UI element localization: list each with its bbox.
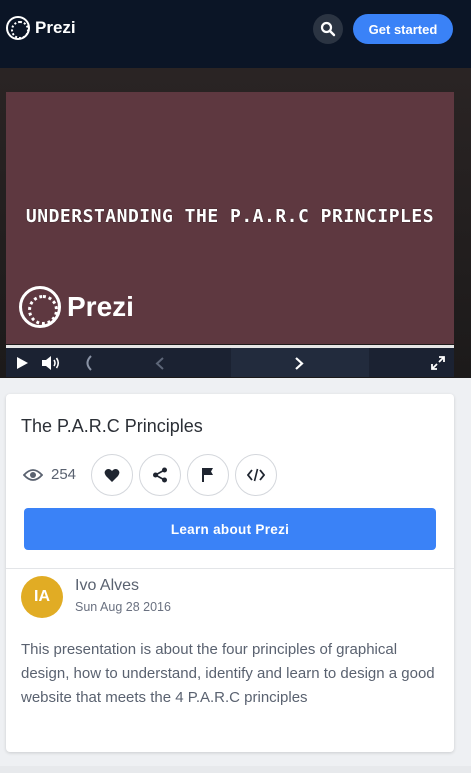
- prezi-logo-icon: [6, 16, 30, 40]
- presentation-preview[interactable]: UNDERSTANDING THE P.A.R.C PRINCIPLES Pre…: [6, 92, 454, 344]
- view-count-value: 254: [51, 466, 77, 483]
- page-bottom: [0, 766, 471, 773]
- loading-icon: [86, 355, 92, 371]
- slide-title: UNDERSTANDING THE P.A.R.C PRINCIPLES: [25, 206, 435, 227]
- eye-icon: [23, 468, 43, 481]
- prezi-logo[interactable]: Prezi: [6, 16, 76, 40]
- play-icon[interactable]: [15, 356, 29, 370]
- presentation-title: The P.A.R.C Principles: [21, 416, 203, 436]
- presentation-info-card: The P.A.R.C Principles 254 Learn about P…: [6, 394, 454, 752]
- search-button[interactable]: [313, 14, 343, 44]
- player-controls: [6, 345, 454, 377]
- flag-icon: [202, 468, 213, 482]
- report-button[interactable]: [187, 454, 229, 496]
- view-count: 254: [23, 466, 76, 483]
- search-icon: [320, 21, 336, 37]
- author-name[interactable]: Ivo Alves: [75, 577, 139, 595]
- top-navigation-bar: Prezi Get started: [0, 0, 471, 68]
- embed-icon: [247, 468, 265, 482]
- publish-date: Sun Aug 28 2016: [75, 600, 171, 614]
- heart-icon: [104, 468, 120, 482]
- fullscreen-icon[interactable]: [431, 356, 445, 370]
- learn-about-prezi-button[interactable]: Learn about Prezi: [24, 508, 436, 550]
- chevron-left-icon[interactable]: [155, 357, 165, 370]
- slide-prezi-logo: Prezi: [19, 286, 134, 328]
- share-icon: [153, 467, 167, 483]
- divider: [6, 568, 454, 569]
- prezi-logo-icon: [19, 286, 61, 328]
- share-button[interactable]: [139, 454, 181, 496]
- embed-button[interactable]: [235, 454, 277, 496]
- like-button[interactable]: [91, 454, 133, 496]
- get-started-button[interactable]: Get started: [353, 14, 453, 44]
- presentation-description: This presentation is about the four prin…: [21, 641, 435, 706]
- logo-text: Prezi: [35, 18, 76, 37]
- chevron-right-icon[interactable]: [294, 357, 304, 370]
- slide-logo-text: Prezi: [67, 291, 134, 322]
- volume-icon[interactable]: [41, 356, 61, 370]
- author-avatar[interactable]: IA: [21, 576, 63, 618]
